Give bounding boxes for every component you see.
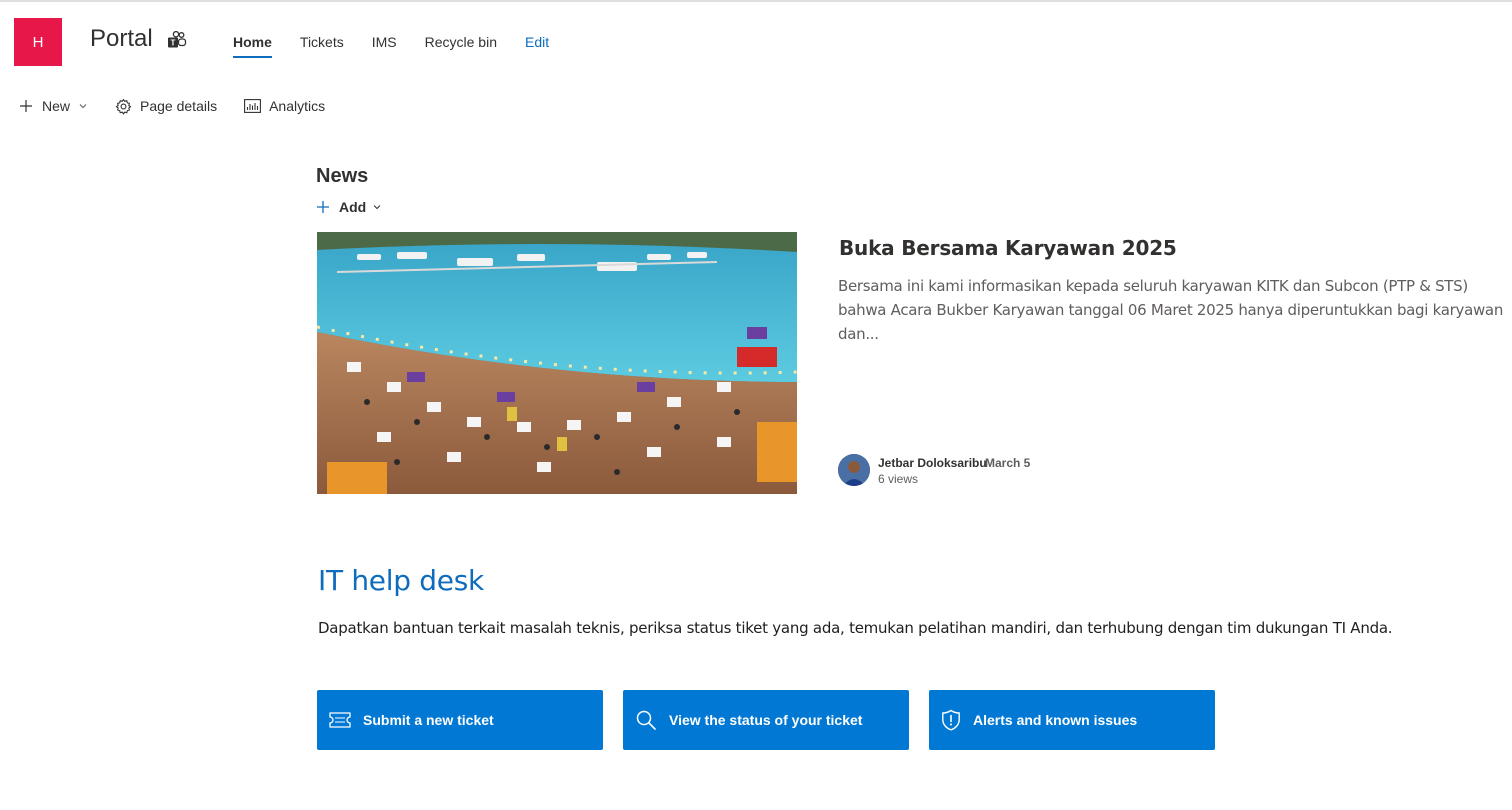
page-details-label: Page details [140,98,218,114]
alerts-known-issues-button[interactable]: Alerts and known issues [929,690,1215,750]
submit-ticket-label: Submit a new ticket [363,712,494,728]
teams-icon[interactable]: T [167,31,187,49]
new-label: New [42,98,71,114]
news-add-label: Add [339,199,367,215]
analytics-button[interactable]: Analytics [244,98,325,114]
avatar[interactable] [838,454,870,486]
news-heading: News [316,165,369,187]
svg-text:T: T [171,39,176,48]
author-name[interactable]: Jetbar Doloksaribu [878,456,987,470]
plus-icon [317,201,329,213]
new-button[interactable]: New [18,98,88,114]
analytics-label: Analytics [269,98,326,114]
news-article-description: Bersama ini kami informasikan kepada sel… [838,277,1504,343]
submit-ticket-button[interactable]: Submit a new ticket [317,690,603,750]
top-nav: Home Tickets IMS Recycle bin Edit [233,34,577,58]
publish-date: March 5 [985,456,1031,470]
nav-tickets[interactable]: Tickets [300,34,344,58]
news-article-title[interactable]: Buka Bersama Karyawan 2025 [839,236,1177,260]
chevron-down-icon [373,205,381,210]
nav-edit[interactable]: Edit [525,34,549,58]
news-article-image[interactable] [317,232,797,494]
site-logo-letter: H [32,33,44,51]
nav-ims[interactable]: IMS [372,34,397,58]
shield-alert-icon [942,709,960,731]
harbor-event-photo [317,232,797,494]
nav-home[interactable]: Home [233,34,272,58]
search-icon [636,710,656,730]
analytics-icon [244,99,262,113]
view-ticket-status-label: View the status of your ticket [669,712,863,728]
page-details-button[interactable]: Page details [115,98,217,115]
site-logo[interactable]: H [14,18,62,66]
view-ticket-status-button[interactable]: View the status of your ticket [623,690,909,750]
gear-icon [115,98,132,114]
author-photo [838,454,870,486]
chevron-down-icon [79,104,87,109]
site-title[interactable]: Portal [90,25,153,53]
helpdesk-title: IT help desk [318,564,484,597]
view-count: 6 views [878,472,919,486]
nav-recycle-bin[interactable]: Recycle bin [425,34,497,58]
top-border [0,0,1512,2]
command-bar: New Page details Analytics [18,94,352,118]
helpdesk-description: Dapatkan bantuan terkait masalah teknis,… [318,619,1393,637]
plus-icon [20,100,32,112]
news-add-button[interactable]: Add [316,199,382,215]
ticket-icon [329,712,351,728]
alerts-known-issues-label: Alerts and known issues [973,712,1138,728]
